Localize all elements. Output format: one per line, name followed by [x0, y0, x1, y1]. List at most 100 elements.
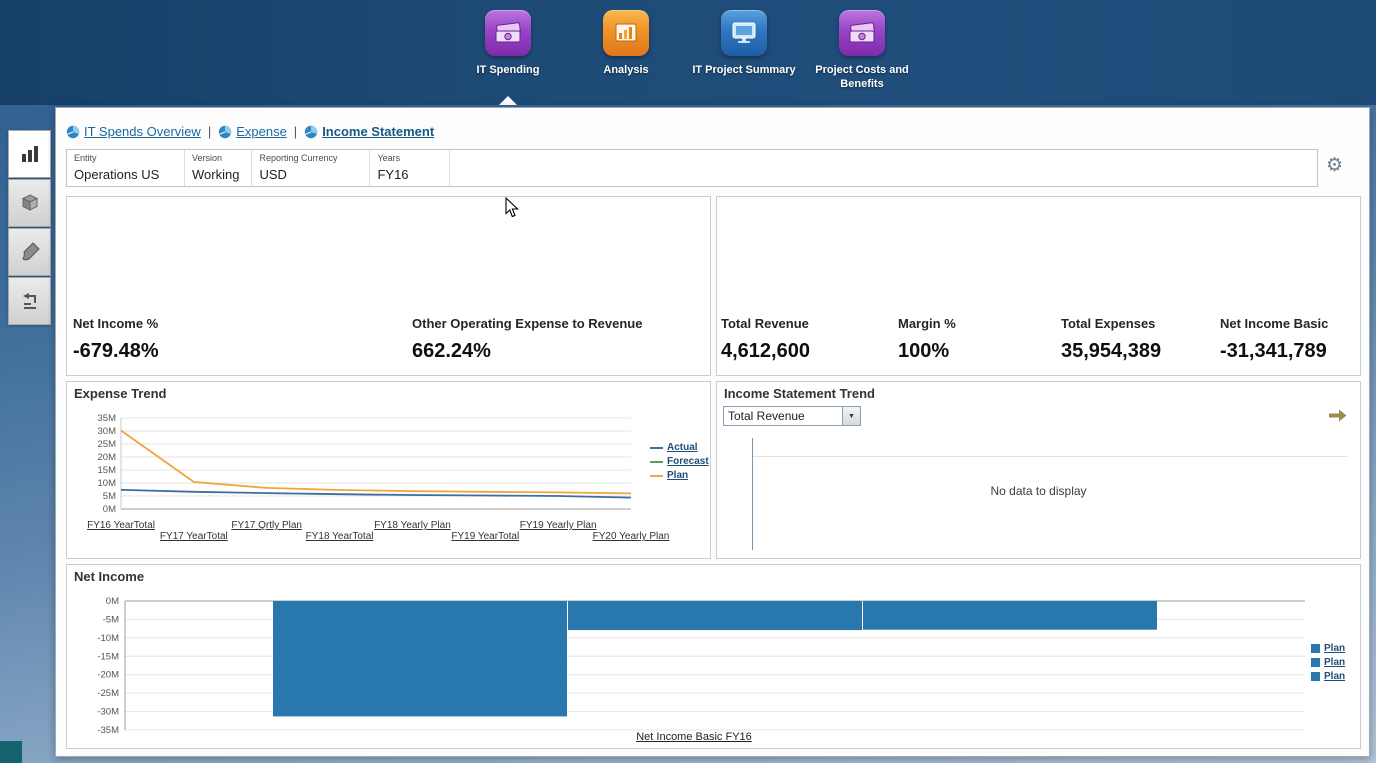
kpi-total-revenue: Total Revenue 4,612,600 [721, 316, 810, 363]
legend-item-forecast[interactable]: Forecast [650, 456, 709, 467]
toolbar-item-format[interactable] [8, 228, 51, 276]
x-axis-label[interactable]: FY18 Yearly Plan [374, 520, 451, 531]
cash-notes-icon [485, 10, 531, 56]
net-income-legend: Plan Plan Plan [1311, 643, 1345, 682]
pov-value[interactable]: FY16 [377, 167, 437, 182]
legend-swatch [1311, 672, 1320, 681]
cube-icon [19, 192, 41, 214]
expense-trend-x-axis: FY16 YearTotal FY17 YearTotalFY17 Qrtly P… [67, 520, 711, 546]
app-navigation: IT Spending Analysis [449, 10, 921, 92]
pov-field-years[interactable]: Years FY16 [370, 150, 450, 186]
kpi-value: 35,954,389 [1061, 340, 1161, 363]
kpi-label: Net Income % [73, 316, 159, 331]
x-axis-label[interactable]: FY20 Yearly Plan [593, 531, 670, 542]
chevron-down-icon[interactable]: ▼ [842, 407, 860, 425]
kpi-total-expenses: Total Expenses 35,954,389 [1061, 316, 1161, 363]
kpi-tile-ratios: Net Income % -679.48% Other Operating Ex… [66, 196, 711, 376]
net-income-x-axis-label: Net Income Basic FY16 [79, 731, 1309, 743]
app-item-project-costs-benefits[interactable]: Project Costs and Benefits [803, 10, 921, 92]
toolbar-item-submit[interactable] [8, 277, 51, 325]
expense-trend-panel: Expense Trend 0M5M10M15M20M25M30M35M FY1… [66, 381, 711, 559]
measure-select-value[interactable]: Total Revenue [724, 407, 842, 425]
legend-label[interactable]: Plan [667, 470, 688, 481]
panel-title: Expense Trend [74, 386, 166, 401]
analysis-chart-icon [603, 10, 649, 56]
legend-label[interactable]: Plan [1324, 643, 1345, 654]
legend-label[interactable]: Plan [1324, 657, 1345, 668]
active-app-caret-icon [499, 96, 517, 105]
gear-icon[interactable]: ⚙ [1326, 154, 1343, 176]
x-axis-label[interactable]: FY19 YearTotal [451, 531, 519, 542]
kpi-label: Total Expenses [1061, 316, 1161, 331]
pov-field-entity[interactable]: Entity Operations US [67, 150, 185, 186]
kpi-value: 4,612,600 [721, 340, 810, 363]
breadcrumb-separator: | [208, 124, 211, 139]
kpi-value: 662.24% [412, 340, 642, 363]
app-label: IT Project Summary [692, 63, 795, 77]
x-axis-label[interactable]: FY17 YearTotal [160, 531, 228, 542]
toolbar-item-charts[interactable] [8, 130, 51, 178]
app-header: IT Spending Analysis [0, 0, 1376, 105]
kpi-net-income-pct: Net Income % -679.48% [73, 316, 159, 363]
kpi-value: -31,341,789 [1220, 340, 1328, 363]
main-panel: IT Spends Overview | Expense | Income St… [55, 107, 1370, 757]
pov-field-version[interactable]: Version Working [185, 150, 252, 186]
panel-title: Net Income [74, 569, 144, 584]
pov-value[interactable]: Operations US [74, 167, 172, 182]
x-axis-label[interactable]: FY18 YearTotal [306, 531, 374, 542]
maximize-arrow-icon[interactable] [1329, 409, 1347, 427]
app-item-it-spending[interactable]: IT Spending [449, 10, 567, 92]
pie-chart-icon [66, 125, 80, 139]
app-item-analysis[interactable]: Analysis [567, 10, 685, 92]
x-axis-label[interactable]: FY16 YearTotal [87, 520, 155, 531]
svg-text:-30M: -30M [97, 707, 119, 718]
legend-item-plan[interactable]: Plan [1311, 671, 1345, 682]
breadcrumb-item-expense[interactable]: Expense [218, 124, 287, 139]
pov-label: Reporting Currency [259, 153, 357, 163]
pov-value[interactable]: USD [259, 167, 357, 182]
app-item-it-project-summary[interactable]: IT Project Summary [685, 10, 803, 92]
brush-icon [19, 241, 41, 263]
kpi-value: 100% [898, 340, 956, 363]
pov-bar: Entity Operations US Version Working Rep… [66, 149, 1318, 187]
x-axis-label[interactable]: FY17 Qrtly Plan [231, 520, 302, 531]
breadcrumb-label[interactable]: Income Statement [322, 124, 434, 139]
breadcrumb-label[interactable]: IT Spends Overview [84, 124, 201, 139]
breadcrumb-separator: | [294, 124, 297, 139]
measure-select[interactable]: Total Revenue ▼ [723, 406, 861, 426]
svg-text:-15M: -15M [97, 651, 119, 662]
kpi-value: -679.48% [73, 340, 159, 363]
empty-chart-gridline [753, 456, 1347, 457]
income-statement-trend-panel: Income Statement Trend Total Revenue ▼ N… [716, 381, 1361, 559]
panel-title: Income Statement Trend [724, 386, 875, 401]
pov-field-reporting-currency[interactable]: Reporting Currency USD [252, 150, 370, 186]
breadcrumb-label[interactable]: Expense [236, 124, 287, 139]
legend-label[interactable]: Plan [1324, 671, 1345, 682]
legend-label[interactable]: Actual [667, 442, 698, 453]
pie-chart-icon [218, 125, 232, 139]
kpi-label: Total Revenue [721, 316, 810, 331]
legend-item-actual[interactable]: Actual [650, 442, 709, 453]
breadcrumb: IT Spends Overview | Expense | Income St… [66, 124, 434, 139]
legend-label[interactable]: Forecast [667, 456, 709, 467]
svg-text:-10M: -10M [97, 633, 119, 644]
pov-label: Years [377, 153, 437, 163]
expense-trend-legend: Actual Forecast Plan [650, 442, 709, 481]
expense-trend-chart: 0M5M10M15M20M25M30M35M [79, 412, 644, 518]
pov-label: Entity [74, 153, 172, 163]
brand-corner-bottom [0, 741, 22, 763]
pov-value[interactable]: Working [192, 167, 239, 182]
breadcrumb-item-income-statement[interactable]: Income Statement [304, 124, 434, 139]
x-axis-label[interactable]: FY19 Yearly Plan [520, 520, 597, 531]
kpi-margin-pct: Margin % 100% [898, 316, 956, 363]
legend-item-plan[interactable]: Plan [650, 470, 709, 481]
breadcrumb-item-it-spends-overview[interactable]: IT Spends Overview [66, 124, 201, 139]
net-income-panel: Net Income 0M-5M-10M-15M-20M-25M-30M-35M… [66, 564, 1361, 749]
legend-item-plan[interactable]: Plan [1311, 657, 1345, 668]
toolbar-item-cube[interactable] [8, 179, 51, 227]
x-axis-label[interactable]: Net Income Basic FY16 [636, 731, 752, 743]
cash-notes-icon [839, 10, 885, 56]
kpi-net-income-basic: Net Income Basic -31,341,789 [1220, 316, 1328, 363]
kpi-other-opex-to-revenue: Other Operating Expense to Revenue 662.2… [412, 316, 642, 363]
legend-item-plan[interactable]: Plan [1311, 643, 1345, 654]
